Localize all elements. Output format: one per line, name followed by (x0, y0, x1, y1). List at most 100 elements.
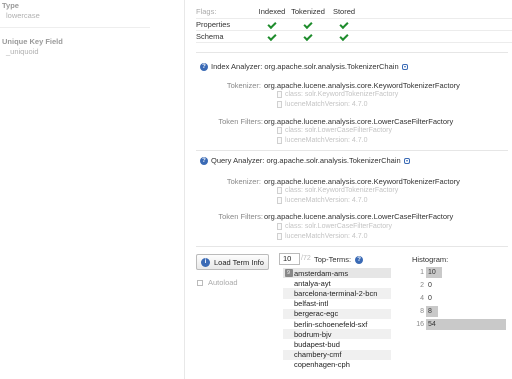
flags-row-label: Properties (196, 18, 254, 31)
tokenizer-label: Tokenizer: (226, 81, 261, 90)
document-icon (277, 91, 282, 98)
filter-version-text: luceneMatchVersion: 4.7.0 (285, 137, 368, 144)
term-text: copenhagen-cph (294, 360, 350, 370)
term-text: berlin-schoenefeld-sxf (294, 319, 368, 329)
filter-class-text: class: solr.LowerCaseFilterFactory (285, 223, 392, 230)
unique-key-label: Unique Key Field (2, 37, 63, 46)
list-item[interactable]: belfast-intl (283, 299, 391, 309)
list-item[interactable]: copenhagen-cph (283, 360, 391, 370)
histogram-bar: 10 (426, 266, 442, 278)
histogram-row: 20 (412, 279, 508, 293)
type-label: Type (2, 1, 19, 10)
histogram-key: 8 (420, 308, 424, 316)
tokenizer-version: luceneMatchVersion: 4.7.0 (277, 101, 368, 108)
term-text: bodrum-bjv (294, 329, 332, 339)
index-analyzer-title[interactable]: ? Index Analyzer: org.apache.solr.analys… (200, 62, 408, 71)
flags-column-header: Tokenized (290, 6, 326, 19)
histogram-bar: 0 (428, 294, 432, 302)
list-item[interactable]: budapest-bud (283, 339, 391, 349)
index-analyzer-value: org.apache.solr.analysis.TokenizerChain (264, 62, 399, 71)
top-terms-total: /72 (301, 255, 311, 262)
tokenizer-class: class: solr.KeywordTokenizerFactory (277, 187, 398, 194)
list-item[interactable]: barcelona-terminal-2-bcn (283, 288, 391, 299)
token-filter-label: Token Filters: (218, 117, 263, 126)
field-properties-panel: Type lowercase Unique Key Field _uniquoi… (0, 0, 185, 379)
load-term-info-button[interactable]: i Load Term Info (196, 254, 269, 270)
filter-class: class: solr.LowerCaseFilterFactory (277, 127, 392, 134)
list-item[interactable]: berlin-schoenefeld-sxf (283, 319, 391, 329)
tokenizer-label: Tokenizer: (226, 177, 261, 186)
term-text: bergerac-egc (294, 309, 339, 319)
check-icon (267, 19, 277, 29)
tokenizer-version-text: luceneMatchVersion: 4.7.0 (285, 197, 368, 204)
autoload-checkbox[interactable] (197, 279, 203, 286)
list-item[interactable]: antalya-ayt (283, 278, 391, 288)
filter-class-text: class: solr.LowerCaseFilterFactory (285, 127, 392, 134)
list-item[interactable]: bergerac-egc (283, 308, 391, 319)
histogram-row: 40 (412, 292, 508, 306)
tokenizer-class-text: class: solr.KeywordTokenizerFactory (285, 187, 399, 194)
filter-version-text: luceneMatchVersion: 4.7.0 (285, 233, 368, 240)
histogram-bar: 8 (426, 306, 438, 318)
top-terms-label: Top-Terms: (314, 255, 352, 264)
filter-class: class: solr.LowerCaseFilterFactory (277, 223, 392, 230)
type-value: lowercase (6, 11, 40, 20)
histogram-key: 4 (420, 294, 424, 302)
check-icon (267, 31, 277, 41)
list-item[interactable]: 9 amsterdam-ams (283, 268, 391, 279)
histogram-row: 88 (412, 306, 508, 319)
tokenizer-version: luceneMatchVersion: 4.7.0 (277, 197, 368, 204)
list-item[interactable]: chambery-cmf (283, 349, 391, 360)
term-text: antalya-ayt (294, 278, 331, 288)
filter-version: luceneMatchVersion: 4.7.0 (277, 233, 368, 240)
help-icon[interactable]: ? (200, 62, 208, 71)
document-icon (277, 233, 282, 240)
chevron-down-icon[interactable] (401, 63, 408, 70)
help-icon[interactable]: ? (200, 156, 208, 165)
document-icon (277, 197, 282, 204)
document-icon (277, 101, 282, 108)
tokenizer-class: class: solr.KeywordTokenizerFactory (277, 91, 398, 98)
autoload-label: Autoload (208, 278, 238, 287)
top-terms-list: 9 amsterdam-ams antalya-ayt barcelona-ter… (283, 268, 391, 370)
tokenizer-value: org.apache.lucene.analysis.core.KeywordT… (264, 177, 460, 186)
histogram-key: 16 (416, 321, 424, 329)
histogram-key: 2 (420, 281, 424, 289)
document-icon (277, 187, 282, 194)
query-analyzer-value: org.apache.solr.analysis.TokenizerChain (266, 156, 401, 165)
document-icon (277, 137, 282, 144)
histogram-bar: 0 (428, 281, 432, 289)
flags-column-header: Stored (326, 6, 362, 19)
term-text: belfast-intl (294, 299, 329, 309)
term-text: barcelona-terminal-2-bcn (294, 288, 378, 298)
top-terms-input[interactable]: 10 (279, 253, 300, 265)
histogram-key: 1 (420, 268, 424, 276)
term-text: budapest-bud (294, 339, 340, 349)
list-item[interactable]: bodrum-bjv (283, 329, 391, 340)
check-icon (303, 19, 313, 29)
flags-table: Flags: Indexed Tokenized Stored Properti… (196, 6, 512, 43)
term-text: amsterdam-ams (294, 268, 349, 278)
help-icon[interactable]: ? (355, 255, 364, 264)
index-analyzer-label: Index Analyzer: (211, 62, 263, 71)
query-analyzer-title[interactable]: ? Query Analyzer: org.apache.solr.analys… (200, 156, 410, 165)
token-filter-value: org.apache.lucene.analysis.core.LowerCas… (264, 117, 454, 126)
histogram-label: Histogram: (412, 255, 449, 264)
autoload-toggle[interactable]: Autoload (197, 278, 238, 287)
token-filter-value: org.apache.lucene.analysis.core.LowerCas… (264, 212, 454, 221)
flags-row: Properties (196, 18, 512, 31)
left-divider (0, 27, 150, 28)
term-text: chambery-cmf (294, 350, 342, 360)
tokenizer-version-text: luceneMatchVersion: 4.7.0 (285, 101, 368, 108)
unique-key-value: _uniquoid (6, 47, 39, 56)
query-analyzer-label: Query Analyzer: (211, 156, 265, 165)
section-divider (196, 150, 508, 151)
histogram: 1 10 2 0 4 0 8 8 16 54 (412, 266, 508, 332)
token-filter-label: Token Filters: (218, 212, 263, 221)
document-icon (277, 127, 282, 134)
flags-header-label: Flags: (196, 6, 254, 19)
chevron-down-icon[interactable] (403, 157, 410, 164)
check-icon (339, 31, 349, 41)
term-count-badge: 9 (284, 269, 293, 278)
tokenizer-class-text: class: solr.KeywordTokenizerFactory (285, 91, 399, 98)
